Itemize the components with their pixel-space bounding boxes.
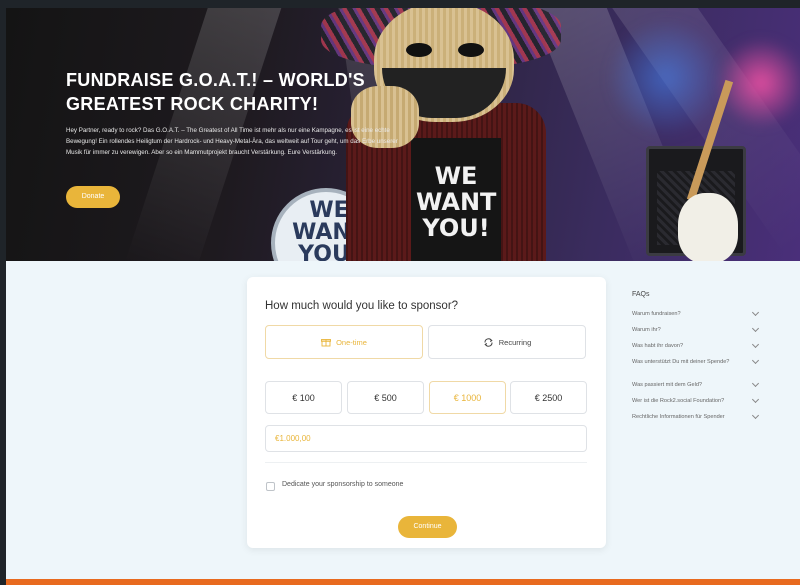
guitar-image: [678, 193, 738, 261]
donate-button[interactable]: Donate: [66, 186, 120, 208]
faq-item[interactable]: Warum fundraisen?: [632, 309, 760, 318]
doll-eye-image: [458, 43, 484, 57]
faq-question: Was passiert mit dem Geld?: [632, 382, 703, 388]
chevron-down-icon: [751, 357, 760, 365]
faq-item[interactable]: Was unterstützt Du mit deiner Spende?: [632, 357, 760, 366]
recurring-label: Recurring: [498, 337, 532, 347]
amount-option-1000[interactable]: € 1000: [429, 381, 506, 414]
divider: [265, 462, 587, 463]
faq-item[interactable]: Rechtliche Informationen für Spender: [632, 412, 760, 421]
faq-question: Was habt ihr davon?: [632, 343, 684, 349]
faq-item[interactable]: Was habt ihr davon?: [632, 341, 760, 350]
dedicate-checkbox[interactable]: [266, 482, 275, 491]
one-time-option[interactable]: One-time: [265, 325, 423, 359]
dedicate-label: Dedicate your sponsorship to someone: [282, 481, 404, 488]
recurring-option[interactable]: Recurring: [428, 325, 586, 359]
faq-question: Was unterstützt Du mit deiner Spende?: [632, 359, 730, 365]
sponsor-card: How much would you like to sponsor? One-…: [247, 277, 606, 548]
amount-input[interactable]: [265, 425, 587, 452]
screenshot-frame: WE WANT YOU! WE WANT YOU! FUNDRAISE G.O.…: [0, 0, 800, 585]
amount-option-2500[interactable]: € 2500: [510, 381, 587, 414]
faq-title: FAQs: [632, 291, 650, 298]
faq-question: Warum fundraisen?: [632, 311, 681, 317]
one-time-label: One-time: [336, 337, 367, 347]
sponsor-title: How much would you like to sponsor?: [265, 300, 459, 312]
doll-eye-image: [406, 43, 432, 57]
hero-title: FUNDRAISE G.O.A.T.! – WORLD'S GREATEST R…: [66, 70, 365, 114]
hero-description: Hey Partner, ready to rock? Das G.O.A.T.…: [66, 127, 398, 156]
chevron-down-icon: [751, 341, 760, 349]
faq-item[interactable]: Warum ihr?: [632, 325, 760, 334]
chevron-down-icon: [751, 396, 760, 404]
gift-icon: [321, 339, 332, 347]
faq-item[interactable]: Was passiert mit dem Geld?: [632, 380, 760, 389]
faq-question: Rechtliche Informationen für Spender: [632, 414, 725, 420]
faq-item[interactable]: Wer ist die Rock2.social Foundation?: [632, 396, 760, 405]
faq-question: Wer ist die Rock2.social Foundation?: [632, 398, 725, 404]
shirt-text: WE WANT YOU!: [416, 162, 497, 242]
continue-button[interactable]: Continue: [398, 516, 457, 538]
chevron-down-icon: [751, 325, 760, 333]
chevron-down-icon: [751, 412, 760, 420]
donation-page: WE WANT YOU! WE WANT YOU! FUNDRAISE G.O.…: [6, 8, 800, 585]
amount-option-100[interactable]: € 100: [265, 381, 342, 414]
chevron-down-icon: [751, 380, 760, 388]
stage-light-glow: [606, 18, 726, 138]
hero-banner: WE WANT YOU! WE WANT YOU! FUNDRAISE G.O.…: [6, 8, 800, 261]
footer-accent-bar: [6, 579, 800, 585]
chevron-down-icon: [751, 309, 760, 317]
faq-question: Warum ihr?: [632, 327, 661, 333]
amount-option-500[interactable]: € 500: [347, 381, 424, 414]
recurring-icon: [484, 337, 493, 347]
